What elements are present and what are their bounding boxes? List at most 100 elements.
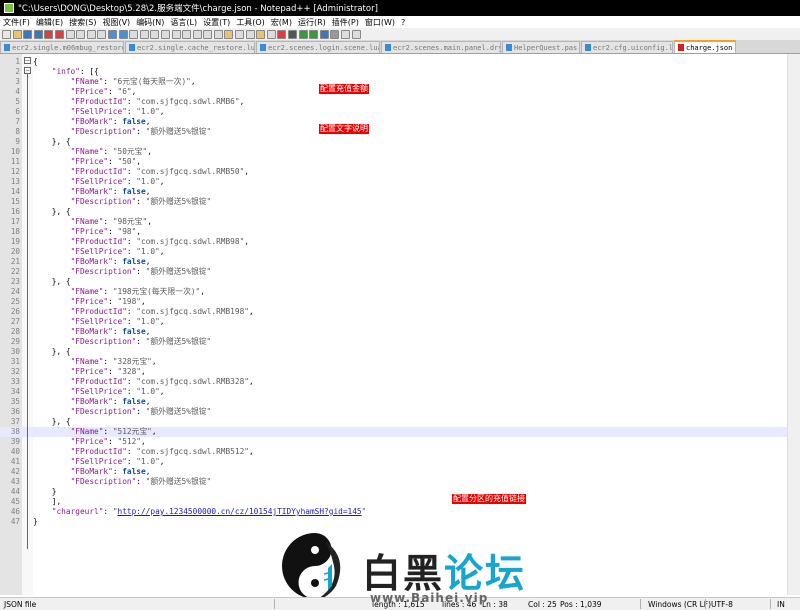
play-macro-icon[interactable] [298,29,308,39]
zoom-out-icon[interactable] [160,29,170,39]
tab-file[interactable]: ecr2.scenes.login.scene.lua× [256,41,380,53]
save-macro-icon[interactable] [319,29,329,39]
code-line[interactable]: 10 "FName": "50元宝", [0,147,787,157]
code-line[interactable]: 23 }, { [0,277,787,287]
menu-item[interactable]: 插件(P) [329,17,362,28]
tab-file[interactable]: ecr2.cfg.uiconfig.lua× [581,41,673,53]
code-line[interactable]: 33 "FProductId": "com.sjfgcq.sdwl.RMB328… [0,377,787,387]
tab-file[interactable]: ecr2.single.m06mbug_restore.lua× [0,41,124,53]
code-line[interactable]: 9 }, { [0,137,787,147]
tab-file[interactable]: ecr2.scenes.main.panel.dry.lua× [381,41,501,53]
code-line[interactable]: 18 "FPrice": "98", [0,227,787,237]
cut-icon[interactable] [76,29,86,39]
menu-item[interactable]: 编码(N) [133,17,167,28]
redo-icon[interactable] [118,29,128,39]
menu-item[interactable]: ? [398,18,408,27]
code-line[interactable]: 40 "FProductId": "com.sjfgcq.sdwl.RMB512… [0,447,787,457]
show-all-chars-icon[interactable] [203,29,213,39]
tool-icon[interactable] [330,29,340,39]
sync-vertical-icon[interactable] [171,29,181,39]
open-file-icon[interactable] [12,29,22,39]
code-line[interactable]: 44 } [0,487,787,497]
menu-item[interactable]: 运行(R) [295,17,329,28]
doc-map-icon[interactable] [235,29,245,39]
code-line[interactable]: 8 "FDescription": "额外赠送5%银锭" [0,127,787,137]
code-line[interactable]: 45 ], [0,497,787,507]
code-line[interactable]: 42 "FBoMark": false, [0,467,787,477]
menu-item[interactable]: 文件(F) [0,17,33,28]
tab-file[interactable]: charge.json× [674,40,736,53]
code-line[interactable]: 32 "FPrice": "328", [0,367,787,377]
code-line[interactable]: 38 "FName": "512元宝", [0,427,787,437]
code-line[interactable]: 24 "FName": "198元宝(每天限一次)", [0,287,787,297]
code-line[interactable]: 35 "FBoMark": false, [0,397,787,407]
code-line[interactable]: 47} [0,517,787,527]
run-macro-icon[interactable] [309,29,319,39]
code-line[interactable]: 11 "FPrice": "50", [0,157,787,167]
code-line[interactable]: 30 }, { [0,347,787,357]
code-line[interactable]: 26 "FProductId": "com.sjfgcq.sdwl.RMB198… [0,307,787,317]
spell-icon[interactable] [341,29,350,39]
code-editor[interactable]: 1{2 "info": [{3 "FName": "6元宝(每天限一次)", 4 … [0,54,787,595]
function-list-icon[interactable] [245,29,255,39]
fold-toggle-icon[interactable]: − [24,67,31,74]
vertical-scrollbar[interactable] [787,54,800,595]
menu-item[interactable]: 宏(M) [268,17,295,28]
zoom-in-icon[interactable] [150,29,160,39]
stop-record-icon[interactable] [288,29,298,39]
menu-item[interactable]: 语言(L) [167,17,200,28]
menu-item[interactable]: 编辑(E) [33,17,66,28]
monitor-icon[interactable] [266,29,276,39]
find-icon[interactable] [129,29,139,39]
save-icon[interactable] [23,29,33,39]
code-line[interactable]: 17 "FName": "98元宝", [0,217,787,227]
code-token[interactable]: http://pay.1234500000.cn/cz/10154jTIDYyh… [118,507,362,516]
code-line[interactable]: 7 "FBoMark": false, [0,117,787,127]
code-line[interactable]: 25 "FPrice": "198", [0,297,787,307]
code-line[interactable]: 21 "FBoMark": false, [0,257,787,267]
menu-item[interactable]: 设置(T) [200,17,233,28]
print-icon[interactable] [65,29,75,39]
paste-icon[interactable] [97,29,107,39]
code-line[interactable]: 37 }, { [0,417,787,427]
code-line[interactable]: 43 "FDescription": "额外赠送5%银锭" [0,477,787,487]
code-line[interactable]: 20 "FSellPrice": "1.0", [0,247,787,257]
code-line[interactable]: 3 "FName": "6元宝(每天限一次)", [0,77,787,87]
code-line[interactable]: 2 "info": [{ [0,67,787,77]
tab-close-icon[interactable]: × [735,44,736,52]
code-line[interactable]: 22 "FDescription": "额外赠送5%银锭" [0,267,787,277]
code-line[interactable]: 16 }, { [0,207,787,217]
code-line[interactable]: 29 "FDescription": "额外赠送5%银锭" [0,337,787,347]
code-line[interactable]: 4 "FPrice": "6", [0,87,787,97]
folder-workspace-icon[interactable] [256,29,266,39]
close-all-icon[interactable] [54,29,64,39]
code-line[interactable]: 39 "FPrice": "512", [0,437,787,447]
menu-item[interactable]: 搜索(S) [66,17,99,28]
code-line[interactable]: 13 "FSellPrice": "1.0", [0,177,787,187]
plugin-icon[interactable] [351,29,361,39]
indent-guide-icon[interactable] [213,29,223,39]
sync-horizontal-icon[interactable] [182,29,192,39]
tab-file[interactable]: HelperQuest.pas× [502,41,580,53]
code-line[interactable]: 19 "FProductId": "com.sjfgcq.sdwl.RMB98"… [0,237,787,247]
save-all-icon[interactable] [33,29,43,39]
code-line[interactable]: 41 "FSellPrice": "1.0", [0,457,787,467]
undo-icon[interactable] [107,29,117,39]
code-line[interactable]: 14 "FBoMark": false, [0,187,787,197]
code-line[interactable]: 36 "FDescription": "额外赠送5%银锭" [0,407,787,417]
tab-file[interactable]: ecr2.single.cache_restore.lua× [125,41,255,53]
record-macro-icon[interactable] [277,29,287,39]
menu-item[interactable]: 视图(V) [99,17,133,28]
replace-icon[interactable] [139,29,149,39]
code-line[interactable]: 31 "FName": "328元宝", [0,357,787,367]
code-line[interactable]: 6 "FSellPrice": "1.0", [0,107,787,117]
code-line[interactable]: 34 "FSellPrice": "1.0", [0,387,787,397]
word-wrap-icon[interactable] [192,29,202,39]
new-file-icon[interactable] [2,29,11,39]
code-line[interactable]: 12 "FProductId": "com.sjfgcq.sdwl.RMB50"… [0,167,787,177]
fold-toggle-icon[interactable]: − [24,57,31,64]
code-line[interactable]: 15 "FDescription": "额外赠送5%银锭" [0,197,787,207]
code-line[interactable]: 28 "FBoMark": false, [0,327,787,337]
menu-item[interactable]: 窗口(W) [362,17,398,28]
menu-item[interactable]: 工具(O) [233,17,268,28]
